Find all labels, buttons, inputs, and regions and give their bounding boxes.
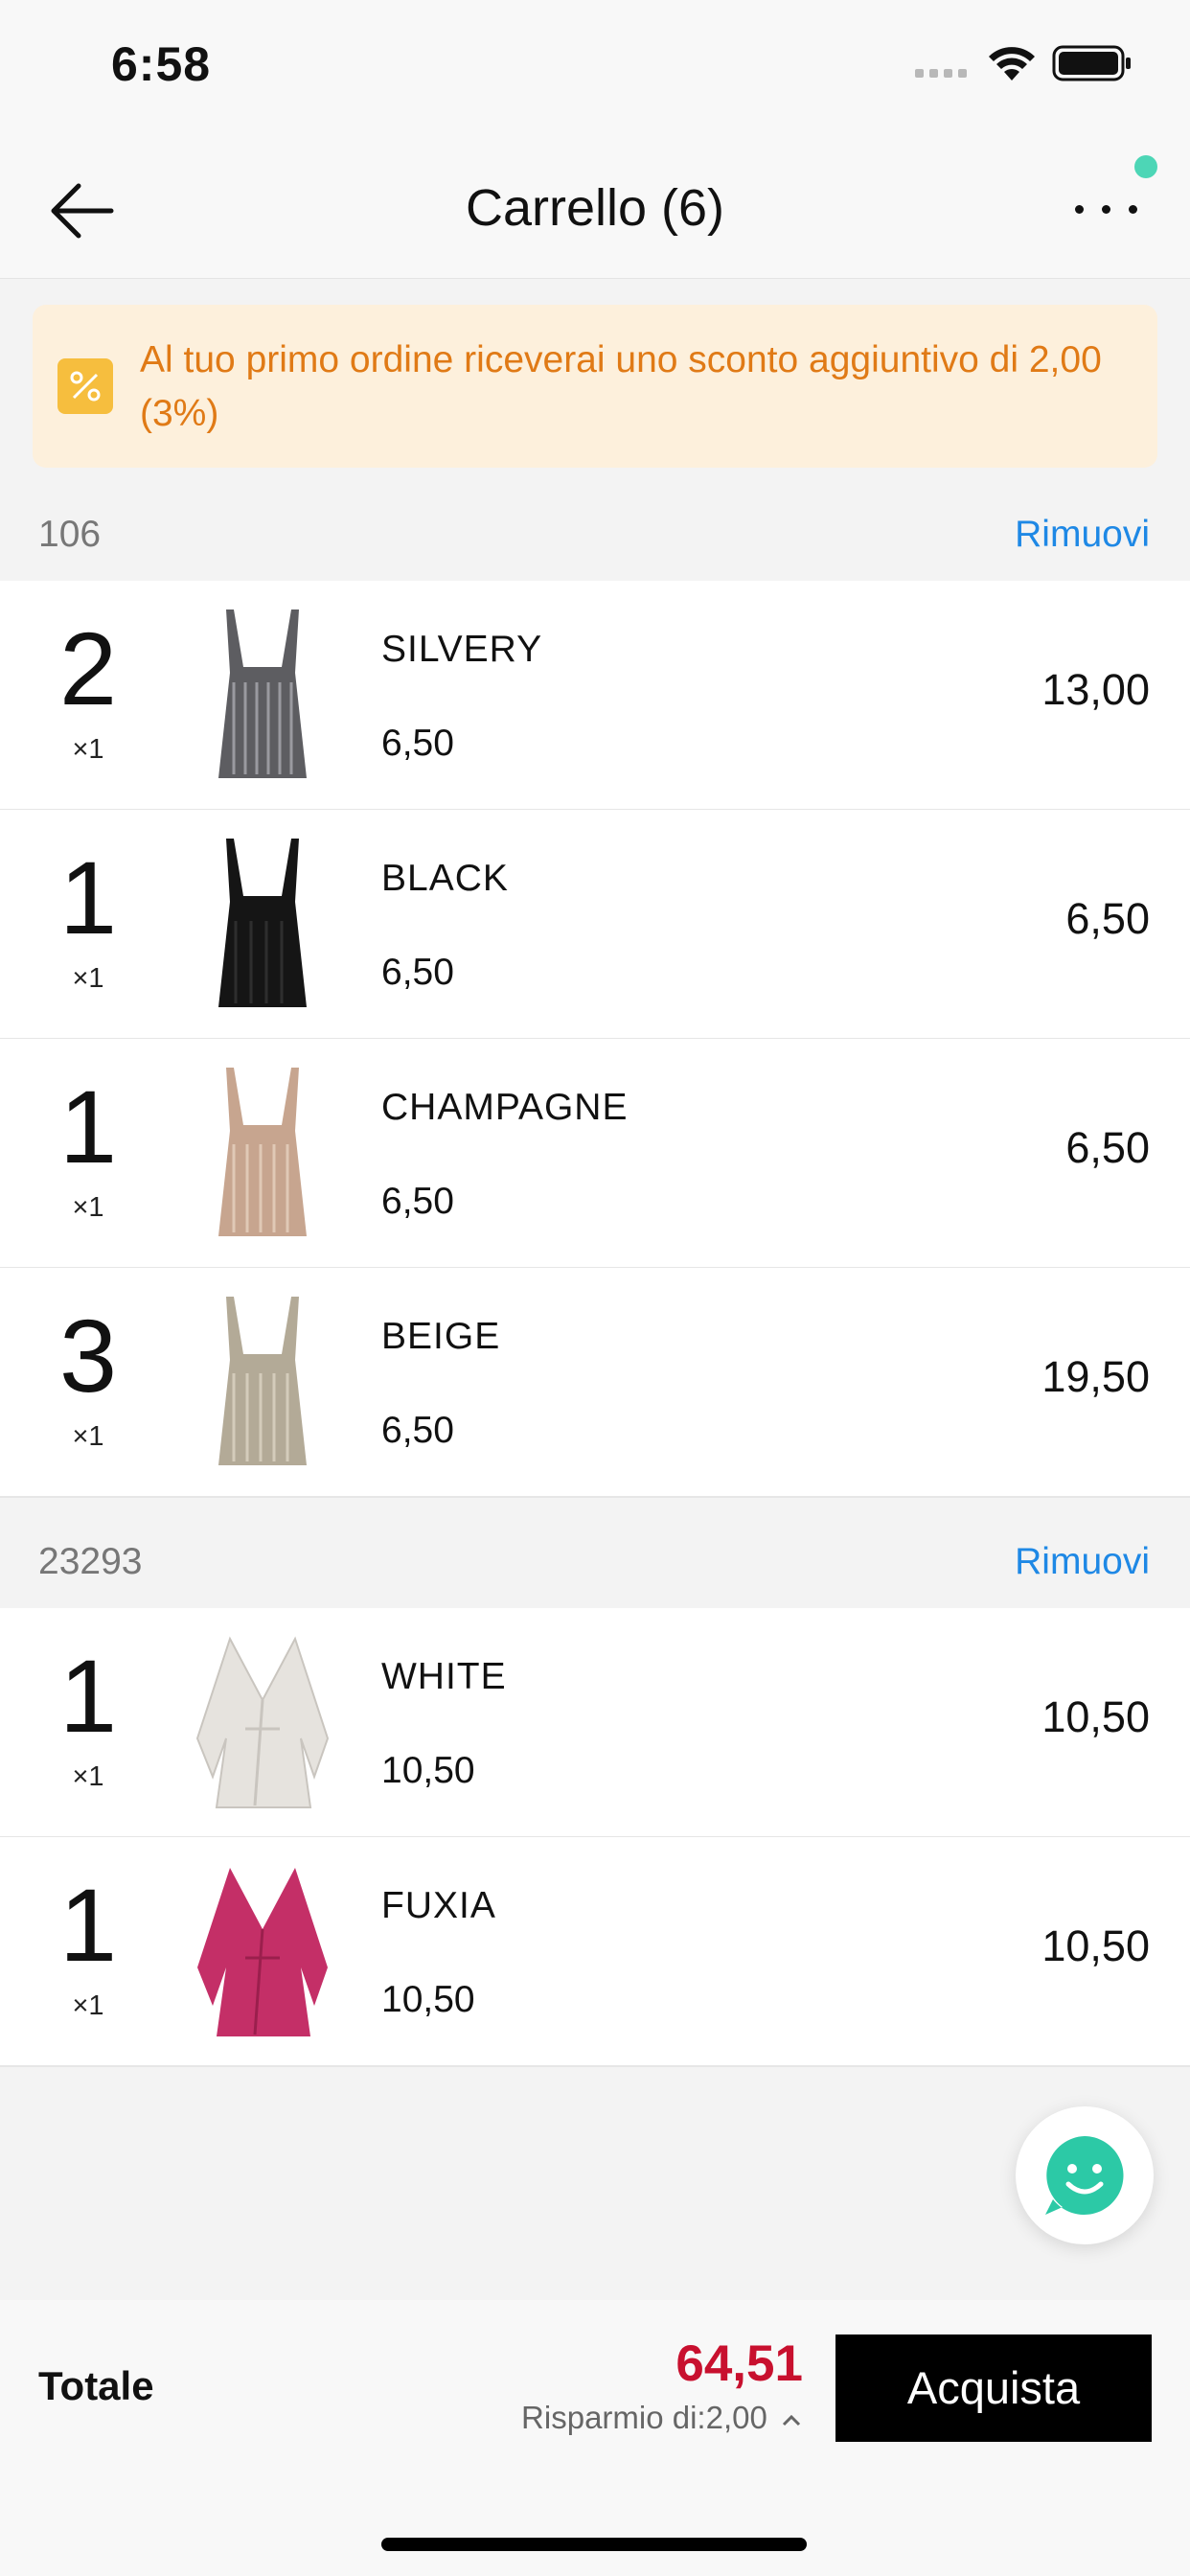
battery-icon bbox=[1052, 45, 1131, 81]
wifi-icon bbox=[989, 47, 1035, 80]
home-indicator bbox=[381, 2538, 807, 2551]
status-bar: 6:58 bbox=[0, 0, 1190, 134]
product-thumbnail[interactable] bbox=[188, 835, 337, 1011]
item-quantity[interactable]: 1 bbox=[38, 1874, 138, 1977]
item-unit-price: 6,50 bbox=[381, 723, 454, 764]
chevron-up-icon bbox=[782, 2414, 801, 2426]
item-unit-price: 6,50 bbox=[381, 952, 454, 993]
item-unit-price: 10,50 bbox=[381, 1750, 475, 1791]
item-multiplier: ×1 bbox=[72, 1421, 104, 1452]
group-id: 23293 bbox=[38, 1541, 143, 1582]
item-unit-price: 10,50 bbox=[381, 1979, 475, 2020]
product-thumbnail[interactable] bbox=[188, 1064, 337, 1240]
checkout-footer: Totale 64,51 Risparmio di:2,00 Acquista bbox=[0, 2300, 1190, 2576]
navigation-bar: Carrello (6) bbox=[0, 134, 1190, 279]
page-title: Carrello (6) bbox=[465, 179, 725, 237]
more-options-button[interactable] bbox=[1064, 192, 1150, 230]
product-thumbnail[interactable] bbox=[188, 1633, 337, 1809]
cart-item[interactable]: 2 ×1 SILVERY 6,50 13,00 bbox=[0, 581, 1190, 811]
item-quantity[interactable]: 1 bbox=[38, 1644, 138, 1748]
item-multiplier: ×1 bbox=[72, 963, 104, 994]
item-name: SILVERY bbox=[381, 629, 543, 670]
savings-toggle[interactable]: Risparmio di:2,00 bbox=[521, 2400, 803, 2436]
notification-dot bbox=[1134, 155, 1157, 178]
chat-support-button[interactable] bbox=[1016, 2106, 1154, 2244]
total-value: 64,51 bbox=[675, 2335, 803, 2392]
status-time: 6:58 bbox=[111, 37, 212, 91]
cart-item[interactable]: 1 ×1 WHITE 10,50 10,50 bbox=[0, 1608, 1190, 1838]
remove-group-button[interactable]: Rimuovi bbox=[1015, 514, 1150, 556]
total-label: Totale bbox=[38, 2363, 154, 2408]
cart-item[interactable]: 1 ×1 CHAMPAGNE 6,50 6,50 bbox=[0, 1039, 1190, 1269]
cart-item[interactable]: 1 ×1 BLACK 6,50 6,50 bbox=[0, 810, 1190, 1040]
item-name: BLACK bbox=[381, 858, 509, 899]
item-unit-price: 6,50 bbox=[381, 1181, 454, 1222]
item-quantity[interactable]: 3 bbox=[38, 1304, 138, 1408]
product-thumbnail[interactable] bbox=[188, 1862, 337, 2038]
group-id: 106 bbox=[38, 514, 102, 555]
smiley-chat-icon bbox=[1045, 2136, 1124, 2215]
item-multiplier: ×1 bbox=[72, 1761, 104, 1792]
cellular-signal-icon bbox=[915, 69, 967, 78]
item-unit-price: 6,50 bbox=[381, 1410, 454, 1451]
item-name: CHAMPAGNE bbox=[381, 1087, 629, 1128]
item-name: FUXIA bbox=[381, 1885, 496, 1926]
product-thumbnail[interactable] bbox=[188, 1293, 337, 1469]
item-name: BEIGE bbox=[381, 1316, 501, 1357]
group-header: 106 Rimuovi bbox=[0, 487, 1190, 583]
remove-group-button[interactable]: Rimuovi bbox=[1015, 1541, 1150, 1583]
item-quantity[interactable]: 1 bbox=[38, 846, 138, 950]
item-quantity[interactable]: 1 bbox=[38, 1075, 138, 1179]
product-thumbnail[interactable] bbox=[188, 606, 337, 782]
item-line-total: 6,50 bbox=[1065, 1123, 1150, 1172]
promo-banner: Al tuo primo ordine riceverai uno sconto… bbox=[33, 305, 1157, 468]
buy-button[interactable]: Acquista bbox=[835, 2334, 1152, 2442]
item-multiplier: ×1 bbox=[72, 734, 104, 765]
item-quantity[interactable]: 2 bbox=[38, 617, 138, 721]
percent-icon bbox=[57, 358, 113, 414]
item-line-total: 19,50 bbox=[1041, 1352, 1150, 1401]
group-header: 23293 Rimuovi bbox=[0, 1514, 1190, 1610]
cart-item[interactable]: 3 ×1 BEIGE 6,50 19,50 bbox=[0, 1268, 1190, 1498]
item-line-total: 10,50 bbox=[1041, 1921, 1150, 1970]
item-line-total: 6,50 bbox=[1065, 894, 1150, 943]
promo-text: Al tuo primo ordine riceverai uno sconto… bbox=[140, 339, 1102, 434]
item-multiplier: ×1 bbox=[72, 1990, 104, 2021]
item-line-total: 10,50 bbox=[1041, 1692, 1150, 1741]
item-multiplier: ×1 bbox=[72, 1192, 104, 1223]
item-line-total: 13,00 bbox=[1041, 665, 1150, 714]
item-name: WHITE bbox=[381, 1656, 507, 1697]
cart-item[interactable]: 1 ×1 FUXIA 10,50 10,50 bbox=[0, 1837, 1190, 2067]
savings-text: Risparmio di:2,00 bbox=[521, 2400, 767, 2435]
